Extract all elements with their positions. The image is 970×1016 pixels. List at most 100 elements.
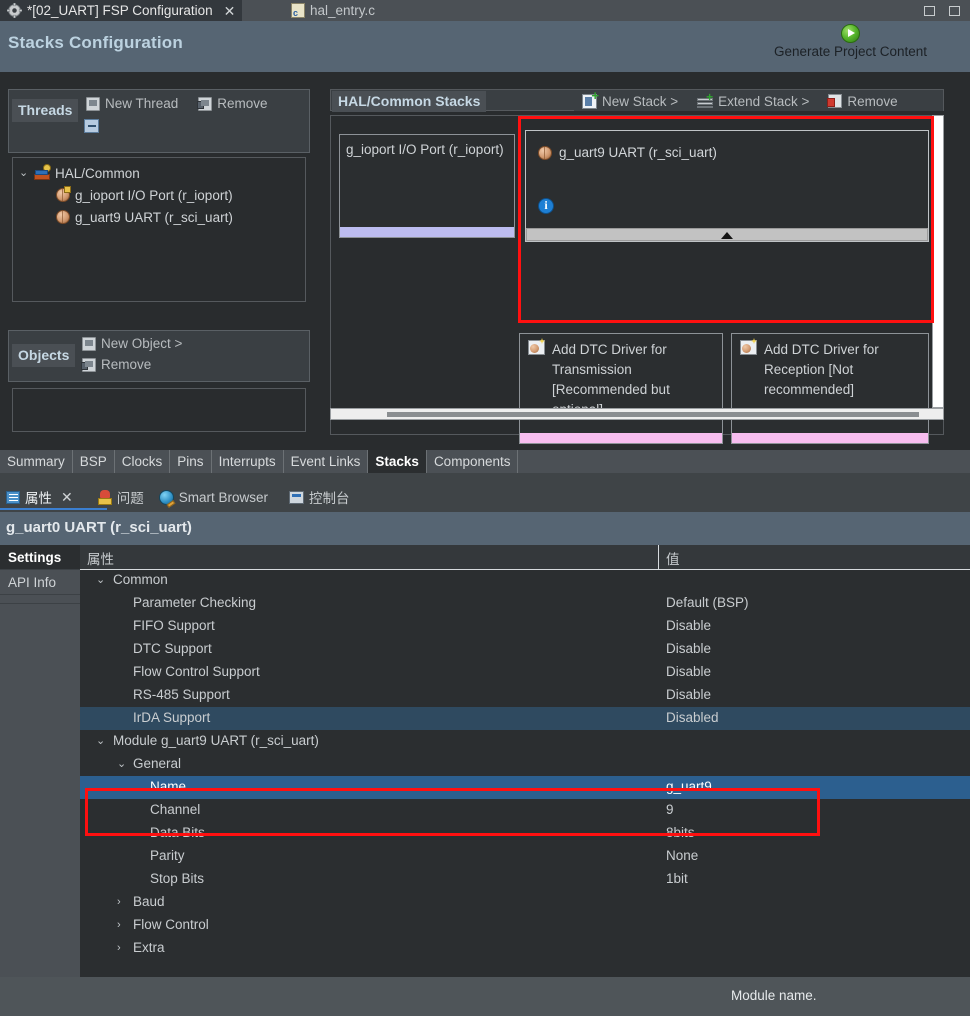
properties-table[interactable]: 属性 值 ⌄ Common Parameter Checking Default…: [80, 545, 970, 977]
new-object-button[interactable]: New Object >: [78, 334, 186, 353]
close-icon[interactable]: ✕: [224, 4, 236, 18]
stacks-vertical-scrollbar[interactable]: [932, 115, 944, 408]
properties-side-tabs: Settings API Info: [0, 545, 80, 977]
stacks-tab-label[interactable]: HAL/Common Stacks: [332, 91, 486, 112]
thread-tree-item-hal-common[interactable]: ⌄ HAL/Common: [13, 162, 305, 184]
table-row[interactable]: Stop Bits 1bit: [80, 868, 970, 891]
tab-pins[interactable]: Pins: [170, 450, 211, 473]
threads-tab-label[interactable]: Threads: [12, 99, 78, 122]
chevron-down-icon[interactable]: ⌄: [96, 575, 106, 585]
maximize-button[interactable]: [949, 6, 960, 16]
table-row[interactable]: Data Bits 8bits: [80, 822, 970, 845]
property-value[interactable]: 8bits: [666, 825, 695, 840]
stack-module-dtc-transmission[interactable]: Add DTC Driver for Transmission [Recomme…: [519, 333, 723, 444]
table-row[interactable]: ⌄ General: [80, 753, 970, 776]
chevron-down-icon[interactable]: ⌄: [117, 759, 127, 769]
remove-stack-button[interactable]: Remove: [824, 92, 901, 111]
view-tab-smart-browser[interactable]: Smart Browser: [153, 484, 277, 510]
property-value[interactable]: 9: [666, 802, 674, 817]
property-value[interactable]: Disable: [666, 618, 711, 633]
table-row[interactable]: ⌄ Module g_uart9 UART (r_sci_uart): [80, 730, 970, 753]
remove-object-label: Remove: [101, 357, 151, 372]
chevron-right-icon[interactable]: ›: [117, 920, 127, 930]
stack-module-ioport[interactable]: g_ioport I/O Port (r_ioport): [339, 134, 515, 238]
objects-list[interactable]: [12, 388, 306, 432]
stack-module-statusbar: [520, 433, 722, 443]
side-tab-api-info[interactable]: API Info: [0, 570, 80, 595]
chevron-right-icon[interactable]: ›: [117, 897, 127, 907]
properties-rows: ⌄ Common Parameter Checking Default (BSP…: [80, 569, 970, 977]
tab-summary[interactable]: Summary: [0, 450, 73, 473]
table-row[interactable]: ⌄ Common: [80, 569, 970, 592]
property-value[interactable]: g_uart9: [666, 779, 712, 794]
table-row[interactable]: Channel 9: [80, 799, 970, 822]
thread-tree-item-uart9[interactable]: g_uart9 UART (r_sci_uart): [13, 206, 305, 228]
chevron-down-icon[interactable]: ⌄: [19, 168, 29, 178]
objects-toolbar: New Object > Remove: [72, 332, 308, 380]
stack-module-label: g_uart9 UART (r_sci_uart): [559, 145, 717, 160]
side-tab-settings[interactable]: Settings: [0, 545, 80, 570]
view-tab-console[interactable]: 控制台: [283, 484, 359, 510]
column-divider[interactable]: [658, 545, 659, 569]
chevron-down-icon[interactable]: ⌄: [96, 736, 106, 746]
property-label: Stop Bits: [150, 871, 204, 886]
table-row[interactable]: › Extra: [80, 937, 970, 960]
objects-tab-label[interactable]: Objects: [12, 344, 75, 367]
new-thread-icon: [86, 97, 100, 111]
tab-components[interactable]: Components: [427, 450, 519, 473]
threads-tree[interactable]: ⌄ HAL/Common g_ioport I/O Port (r_ioport…: [12, 157, 306, 302]
new-thread-button[interactable]: New Thread: [82, 94, 182, 113]
table-row[interactable]: IrDA Support Disabled: [80, 707, 970, 730]
property-value[interactable]: Default (BSP): [666, 595, 749, 610]
property-label: Baud: [133, 894, 165, 909]
collapse-all-icon[interactable]: [84, 119, 99, 133]
property-value[interactable]: Disable: [666, 664, 711, 679]
tab-interrupts[interactable]: Interrupts: [212, 450, 284, 473]
restore-button[interactable]: [924, 6, 935, 16]
stacks-horizontal-scrollbar[interactable]: [330, 408, 944, 420]
add-dtc-icon: [528, 340, 545, 355]
property-value[interactable]: Disable: [666, 687, 711, 702]
stack-module-uart9[interactable]: g_uart9 UART (r_sci_uart): [525, 130, 929, 242]
scrollbar-thumb[interactable]: [387, 412, 919, 417]
table-row[interactable]: › Flow Control: [80, 914, 970, 937]
table-row[interactable]: › Baud: [80, 891, 970, 914]
tab-stacks[interactable]: Stacks: [368, 450, 427, 473]
remove-object-button[interactable]: Remove: [78, 355, 155, 374]
stack-module-dtc-reception[interactable]: Add DTC Driver for Reception [Not recomm…: [731, 333, 929, 444]
table-row[interactable]: Name g_uart9: [80, 776, 970, 799]
property-label: Flow Control: [133, 917, 209, 932]
tab-clocks[interactable]: Clocks: [115, 450, 171, 473]
property-value[interactable]: None: [666, 848, 698, 863]
extend-stack-button[interactable]: + Extend Stack >: [693, 92, 813, 111]
property-value[interactable]: Disable: [666, 641, 711, 656]
table-row[interactable]: Parity None: [80, 845, 970, 868]
property-value[interactable]: 1bit: [666, 871, 688, 886]
editor-tab-fsp-configuration[interactable]: *[02_UART] FSP Configuration ✕: [0, 0, 242, 21]
editor-tab-hal-entry-c[interactable]: hal_entry.c: [284, 0, 382, 21]
table-row[interactable]: DTC Support Disable: [80, 638, 970, 661]
view-tab-properties[interactable]: 属性 ✕: [0, 484, 82, 510]
property-value[interactable]: Disabled: [666, 710, 719, 725]
editor-tab-label: hal_entry.c: [310, 3, 375, 18]
new-thread-label: New Thread: [105, 96, 178, 111]
column-header-name: 属性: [87, 548, 114, 568]
table-row[interactable]: FIFO Support Disable: [80, 615, 970, 638]
table-row[interactable]: RS-485 Support Disable: [80, 684, 970, 707]
properties-title: g_uart0 UART (r_sci_uart): [6, 519, 192, 536]
table-row[interactable]: Flow Control Support Disable: [80, 661, 970, 684]
info-icon[interactable]: [538, 198, 554, 214]
tab-bsp[interactable]: BSP: [73, 450, 115, 473]
stacks-canvas[interactable]: g_ioport I/O Port (r_ioport) g_uart9 UAR…: [330, 115, 944, 435]
new-stack-button[interactable]: New Stack >: [578, 92, 682, 111]
generate-project-content-button[interactable]: Generate Project Content: [753, 24, 948, 59]
close-icon[interactable]: ✕: [61, 490, 73, 504]
view-tab-problems[interactable]: 问题: [92, 484, 153, 510]
thread-tree-item-ioport[interactable]: g_ioport I/O Port (r_ioport): [13, 184, 305, 206]
extend-stack-label: Extend Stack >: [718, 94, 809, 109]
status-bar-text: Module name.: [731, 988, 817, 1003]
chevron-right-icon[interactable]: ›: [117, 943, 127, 953]
remove-thread-button[interactable]: Remove: [194, 94, 271, 113]
tab-event-links[interactable]: Event Links: [284, 450, 369, 473]
table-row[interactable]: Parameter Checking Default (BSP): [80, 592, 970, 615]
